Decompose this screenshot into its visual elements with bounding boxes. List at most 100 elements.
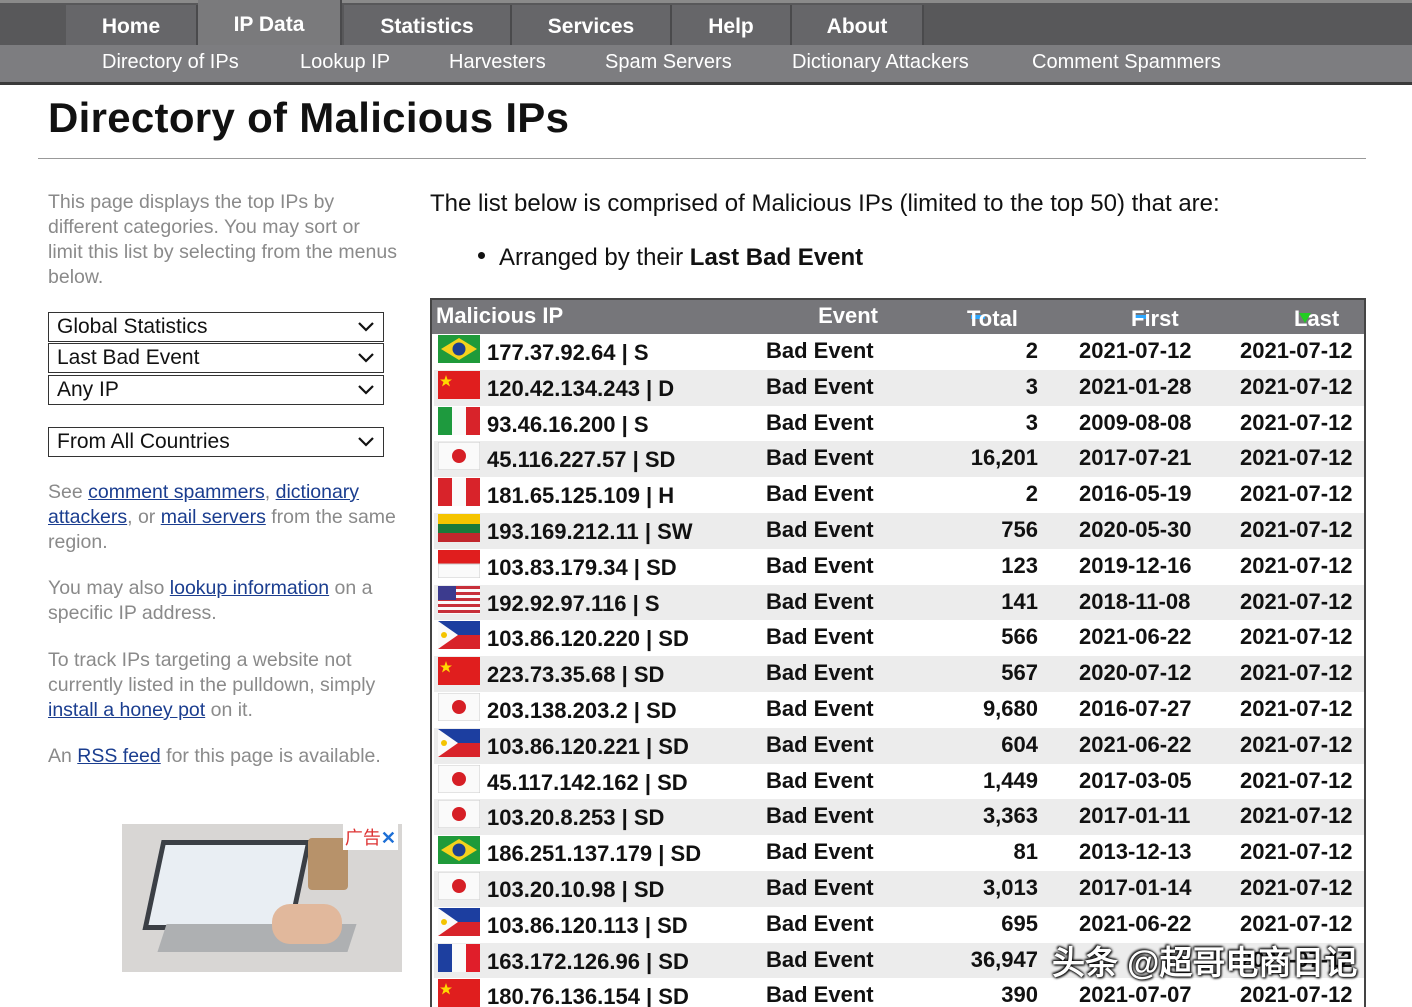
table-row: 177.37.92.64 | S Bad Event 2 2021-07-12 2021… — [434, 334, 1364, 370]
total-cell: 3,013 — [982, 875, 1038, 900]
event-cell: Bad Event — [766, 910, 874, 936]
ip-address-link[interactable]: 93.46.16.200 | S — [487, 412, 649, 438]
comment-spammers-link[interactable]: comment spammers — [88, 481, 265, 503]
ip-address-link[interactable]: 103.20.8.253 | SD — [487, 805, 664, 831]
rss-feed-link[interactable]: RSS feed — [77, 745, 160, 767]
close-icon[interactable]: ✕ — [381, 828, 396, 848]
first-date-cell: 2017-07-21 — [1079, 445, 1192, 471]
event-cell: Bad Event — [766, 624, 874, 650]
sidebar-see-also: See comment spammers, dictionary attacke… — [48, 481, 396, 553]
total-cell: 36,947 — [970, 946, 1038, 972]
nav-tab-home[interactable]: Home — [66, 5, 198, 48]
last-date-cell: 2021-07-12 — [1240, 910, 1353, 936]
table-row: 45.117.142.162 | SD Bad Event 1,449 2017-03… — [434, 764, 1364, 800]
col-header-event[interactable]: Event — [818, 303, 878, 329]
nav-tab-about[interactable]: About — [792, 5, 924, 48]
ip-address-link[interactable]: 163.172.126.96 | SD — [487, 949, 689, 975]
advertisement[interactable]: 广告✕ — [122, 824, 402, 972]
last-date-cell: 2021-07-12 — [1240, 552, 1353, 578]
subnav-dictionary-attackers[interactable]: Dictionary Attackers — [792, 51, 969, 74]
event-cell: Bad Event — [766, 588, 874, 614]
country-flag-icon — [438, 979, 480, 1007]
last-date-cell: 2021-07-12 — [1240, 767, 1353, 793]
last-date-cell: 2021-07-12 — [1240, 338, 1353, 363]
country-flag-icon — [438, 943, 480, 972]
ip-address-link[interactable]: 223.73.35.68 | SD — [487, 662, 664, 688]
watermark: 头条 @超哥电商日记 — [1052, 944, 1358, 981]
nav-tab-services[interactable]: Services — [512, 5, 672, 48]
first-date-cell: 2017-03-05 — [1079, 767, 1192, 793]
table-row: 103.83.179.34 | SD Bad Event 123 2019-12-16… — [434, 549, 1364, 585]
ip-address-link[interactable]: 103.86.120.113 | SD — [487, 913, 688, 939]
total-cell: 695 — [1001, 910, 1038, 936]
col-header-last[interactable]: Last — [1294, 303, 1339, 331]
table-row: 103.20.8.253 | SD Bad Event 3,363 2017-01-1… — [434, 799, 1364, 836]
last-date-cell: 2021-07-12 — [1240, 731, 1353, 757]
ip-address-link[interactable]: 177.37.92.64 | S — [487, 340, 649, 366]
subnav-comment-spammers[interactable]: Comment Spammers — [1032, 51, 1221, 74]
country-flag-icon — [438, 907, 480, 936]
nav-tab-ip-data[interactable]: IP Data — [198, 0, 342, 50]
ip-type-select[interactable]: Any IP — [48, 375, 384, 405]
country-select-value: From All Countries — [57, 430, 230, 453]
ip-address-link[interactable]: 103.83.179.34 | SD — [487, 555, 677, 581]
col-header-first[interactable]: First — [1131, 303, 1179, 331]
event-cell: Bad Event — [766, 517, 874, 542]
event-cell: Bad Event — [766, 409, 874, 435]
list-intro: The list below is comprised of Malicious… — [430, 190, 1220, 217]
country-select[interactable]: From All Countries — [48, 427, 384, 457]
ip-address-link[interactable]: 45.116.227.57 | SD — [487, 447, 675, 473]
country-flag-icon — [438, 764, 480, 793]
country-flag-icon — [438, 335, 480, 363]
sidebar-rss: An RSS feed for this page is available. — [48, 745, 381, 767]
last-date-cell: 2021-07-12 — [1240, 481, 1353, 507]
nav-tab-help[interactable]: Help — [672, 5, 792, 48]
first-date-cell: 2013-12-13 — [1079, 839, 1192, 865]
ip-address-link[interactable]: 45.117.142.162 | SD — [487, 770, 688, 796]
col-header-total[interactable]: Total — [967, 303, 1018, 331]
ip-address-link[interactable]: 192.92.97.116 | S — [487, 591, 660, 617]
sub-navigation: Directory of IPs Lookup IP Harvesters Sp… — [0, 45, 1412, 85]
total-cell: 3,363 — [982, 803, 1038, 829]
ip-address-link[interactable]: 203.138.203.2 | SD — [487, 698, 677, 724]
ip-address-link[interactable]: 103.86.120.221 | SD — [487, 734, 689, 760]
total-cell: 756 — [1001, 517, 1038, 542]
ad-hand-image — [272, 904, 342, 944]
first-date-cell: 2021-07-12 — [1079, 338, 1192, 363]
ip-address-link[interactable]: 103.86.120.220 | SD — [487, 626, 689, 652]
last-date-cell: 2021-07-12 — [1240, 660, 1353, 686]
country-flag-icon — [438, 872, 480, 900]
country-flag-icon — [438, 693, 480, 721]
ip-address-link[interactable]: 103.20.10.98 | SD — [487, 877, 664, 903]
lookup-information-link[interactable]: lookup information — [170, 577, 329, 599]
chevron-down-icon — [358, 353, 374, 363]
table-row: 103.20.10.98 | SD Bad Event 3,013 2017-01-1… — [434, 871, 1364, 907]
table-row: 45.116.227.57 | SD Bad Event 16,201 2017-07… — [434, 441, 1364, 478]
sort-select[interactable]: Last Bad Event — [48, 343, 384, 373]
page-title: Directory of Malicious IPs — [48, 94, 570, 141]
ad-label: 广告✕ — [342, 824, 398, 850]
mail-servers-link[interactable]: mail servers — [161, 506, 266, 528]
last-date-cell: 2021-07-12 — [1240, 982, 1353, 1007]
install-honey-pot-link[interactable]: install a honey pot — [48, 699, 205, 721]
last-date-cell: 2021-07-12 — [1240, 373, 1353, 399]
subnav-lookup-ip[interactable]: Lookup IP — [300, 51, 390, 74]
ip-address-link[interactable]: 120.42.134.243 | D — [487, 376, 674, 402]
subnav-harvesters[interactable]: Harvesters — [449, 51, 546, 74]
col-header-ip[interactable]: Malicious IP — [436, 303, 563, 329]
nav-tab-statistics[interactable]: Statistics — [344, 5, 512, 48]
ip-address-link[interactable]: 181.65.125.109 | H — [487, 483, 674, 509]
subnav-spam-servers[interactable]: Spam Servers — [605, 51, 732, 74]
ip-address-link[interactable]: 193.169.212.11 | SW — [487, 519, 693, 545]
category-select[interactable]: Global Statistics — [48, 312, 384, 342]
total-cell: 1,449 — [982, 767, 1038, 793]
ip-address-link[interactable]: 186.251.137.179 | SD — [487, 841, 701, 867]
subnav-directory-of-ips[interactable]: Directory of IPs — [102, 51, 239, 74]
ip-address-link[interactable]: 180.76.136.154 | SD — [487, 984, 689, 1007]
table-header: Malicious IP Event Total First Last — [432, 300, 1364, 334]
country-flag-icon — [438, 728, 480, 757]
last-date-cell: 2021-07-12 — [1240, 839, 1353, 865]
first-date-cell: 2020-05-30 — [1079, 517, 1192, 542]
event-cell: Bad Event — [766, 839, 874, 865]
last-date-cell: 2021-07-12 — [1240, 409, 1353, 435]
